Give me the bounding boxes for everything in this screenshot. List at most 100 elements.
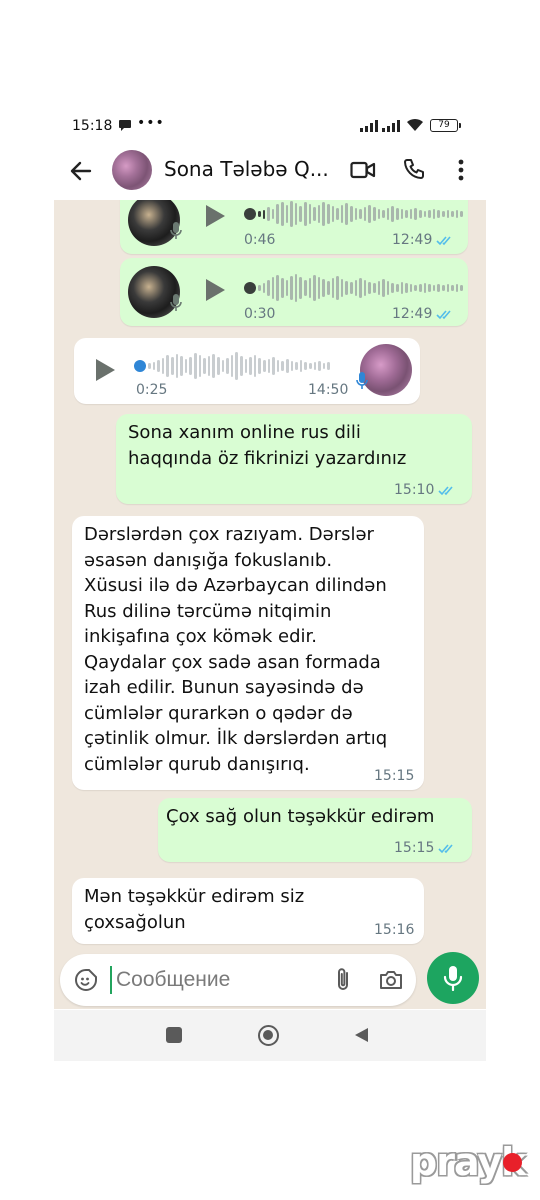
- waveform-bar: [322, 363, 326, 369]
- text-message-outgoing[interactable]: Sona xanım online rus dili haqqında öz fi…: [116, 414, 472, 504]
- message-input[interactable]: Сообщение: [60, 954, 416, 1006]
- waveform-bar: [285, 280, 289, 296]
- message-time: 12:49: [392, 306, 433, 322]
- waveform-bar: [253, 355, 257, 377]
- waveform-bar: [258, 358, 261, 374]
- waveform-bar: [281, 202, 284, 226]
- waveform-bar: [230, 355, 234, 377]
- waveform-bar: [290, 201, 293, 227]
- waveform-bar: [451, 211, 454, 217]
- back-arrow-icon[interactable]: [68, 158, 94, 184]
- waveform-bar: [313, 362, 317, 370]
- waveform-bar: [396, 208, 399, 220]
- waveform[interactable]: [244, 200, 463, 228]
- emoji-icon[interactable]: [74, 968, 98, 992]
- text-message-incoming[interactable]: Dərslərdən çox razıyam. Dərslər əsasən da…: [72, 516, 424, 790]
- play-icon[interactable]: [204, 204, 226, 228]
- waveform-bar: [217, 357, 220, 375]
- waveform-bar: [290, 361, 294, 371]
- waveform-bar: [442, 285, 445, 291]
- waveform-bar: [455, 210, 459, 218]
- waveform-bar: [373, 207, 376, 221]
- waveform-bar: [194, 353, 197, 379]
- text-caret: [110, 966, 112, 994]
- play-icon[interactable]: [204, 278, 226, 302]
- waveform[interactable]: [244, 274, 463, 302]
- waveform-bar: [294, 274, 298, 302]
- voice-message-outgoing[interactable]: 0:30 12:49: [120, 258, 468, 326]
- play-icon[interactable]: [94, 358, 116, 382]
- waveform-bar: [419, 284, 422, 292]
- playhead-dot[interactable]: [244, 208, 256, 220]
- waveform-bar: [276, 275, 279, 301]
- more-menu-icon[interactable]: [454, 157, 468, 183]
- waveform-bar: [423, 283, 427, 293]
- waveform-bar: [249, 357, 252, 375]
- playhead-dot[interactable]: [244, 282, 256, 294]
- waveform-bar: [267, 359, 271, 373]
- chat-area[interactable]: 0:46 12:49 0:30 12:49 0:25 14:50 Sona xa…: [54, 200, 486, 1009]
- waveform-bar: [299, 277, 302, 299]
- mic-icon: [170, 222, 182, 239]
- voice-duration: 0:25: [136, 382, 168, 398]
- recents-button[interactable]: [166, 1027, 182, 1043]
- camera-icon[interactable]: [378, 968, 404, 992]
- contact-avatar[interactable]: [112, 150, 152, 190]
- waveform-bar: [363, 280, 367, 296]
- home-button[interactable]: [258, 1025, 279, 1046]
- waveform-bar: [414, 285, 417, 291]
- text-message-outgoing[interactable]: Çox sağ olun təşəkkür edirəm 15:15: [158, 798, 472, 862]
- waveform-bar: [299, 206, 302, 222]
- waveform-bar: [423, 211, 427, 217]
- waveform-bar: [304, 280, 307, 296]
- message-time: 14:50: [308, 382, 349, 398]
- phone-call-icon[interactable]: [402, 157, 426, 181]
- waveform-bar: [198, 355, 202, 377]
- contact-name[interactable]: Sona Tələbə Q...: [164, 157, 329, 181]
- read-ticks-icon: [438, 844, 453, 854]
- waveform-bar: [148, 363, 151, 369]
- waveform-bar: [317, 205, 321, 223]
- waveform-bar: [295, 362, 298, 370]
- message-time: 15:10: [394, 482, 435, 498]
- waveform-bar: [308, 204, 312, 224]
- system-nav-bar: [54, 1010, 486, 1061]
- waveform-bar: [437, 284, 440, 292]
- waveform-bar: [212, 354, 215, 378]
- waveform-bar: [359, 278, 362, 298]
- waveform-bar: [161, 358, 165, 374]
- waveform-bar: [189, 357, 192, 375]
- waveform-bar: [290, 276, 293, 300]
- waveform-bar: [377, 209, 381, 219]
- waveform-bar: [451, 285, 454, 291]
- waveform-bar: [428, 284, 431, 292]
- waveform-bar: [432, 209, 436, 219]
- status-bar: 15:18 ••• 79: [54, 106, 486, 144]
- waveform-bar: [304, 202, 307, 226]
- video-call-icon[interactable]: [350, 159, 376, 181]
- waveform-bar: [345, 281, 348, 295]
- voice-record-button[interactable]: [427, 952, 479, 1004]
- message-time: 15:15: [394, 840, 435, 856]
- signal-icon: [360, 120, 378, 132]
- back-triangle-icon[interactable]: [352, 1026, 370, 1044]
- more-notifications-dots: •••: [137, 115, 165, 131]
- waveform-bar: [281, 278, 284, 298]
- waveform-bar: [432, 285, 436, 291]
- playhead-dot[interactable]: [134, 360, 146, 372]
- input-placeholder[interactable]: Сообщение: [116, 968, 230, 992]
- waveform[interactable]: [134, 352, 348, 380]
- waveform-bar: [267, 207, 270, 221]
- waveform-bar: [272, 357, 275, 375]
- waveform-bar: [414, 208, 417, 220]
- voice-message-incoming[interactable]: 0:25 14:50: [74, 338, 420, 404]
- waveform-bar: [428, 210, 431, 218]
- attach-icon[interactable]: [332, 966, 354, 994]
- message-text: Çox sağ olun təşəkkür edirəm: [166, 806, 435, 827]
- voice-message-outgoing[interactable]: 0:46 12:49: [120, 200, 468, 254]
- wifi-icon: [407, 118, 423, 131]
- text-message-incoming[interactable]: Mən təşəkkür edirəm siz çoxsağolun 15:16: [72, 878, 424, 944]
- waveform-bar: [313, 207, 316, 221]
- waveform-bar: [258, 285, 261, 291]
- waveform-bar: [262, 283, 266, 293]
